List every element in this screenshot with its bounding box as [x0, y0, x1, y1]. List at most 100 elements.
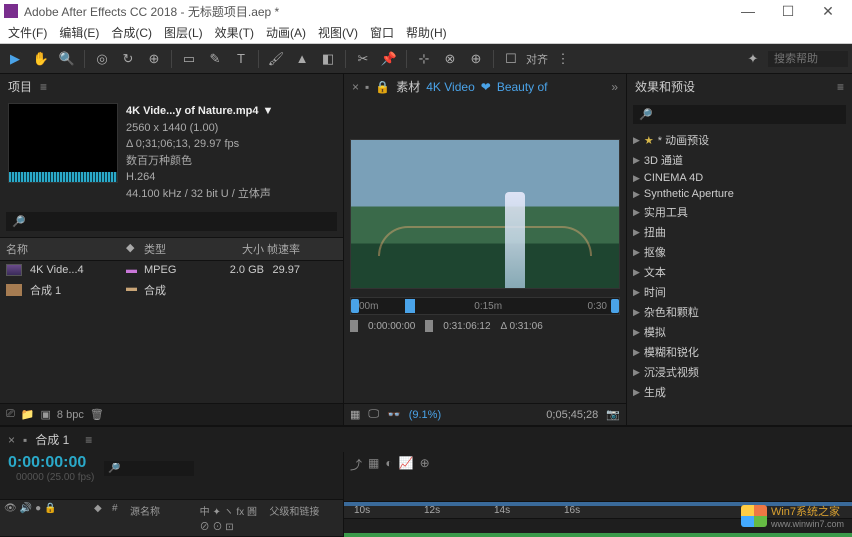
out-handle[interactable]	[425, 320, 433, 332]
menu-help[interactable]: 帮助(H)	[400, 24, 453, 41]
lock-icon[interactable]: 🔒	[375, 80, 390, 94]
eye-icon[interactable]: 👁	[4, 503, 17, 533]
motion-blur-icon[interactable]: ◐	[385, 456, 392, 473]
time-duration[interactable]: 0:31:06:12	[443, 321, 490, 332]
roto-tool-icon[interactable]: ✂	[352, 48, 374, 70]
menu-composition[interactable]: 合成(C)	[105, 24, 158, 41]
maximize-button[interactable]: ☐	[768, 3, 808, 20]
brain-icon[interactable]: ⊕	[420, 456, 430, 473]
rotate-tool-icon[interactable]: ↻	[117, 48, 139, 70]
close-button[interactable]: ✕	[808, 3, 848, 20]
effects-category[interactable]: ▶杂色和颗粒	[627, 302, 852, 322]
shy-icon[interactable]: ⤴	[350, 456, 362, 473]
effects-category[interactable]: ▶★* 动画预设	[627, 130, 852, 150]
camera-tool-icon[interactable]: ⊕	[143, 48, 165, 70]
world-axis-icon[interactable]: ⊗	[439, 48, 461, 70]
view-axis-icon[interactable]: ⊕	[465, 48, 487, 70]
project-search[interactable]: 🔎	[6, 212, 337, 231]
mask-icon[interactable]: 👓	[387, 408, 401, 421]
grid-icon[interactable]: ▦	[350, 408, 360, 421]
zoom-level[interactable]: (9.1%)	[409, 409, 441, 421]
effects-category[interactable]: ▶3D 通道	[627, 150, 852, 170]
menu-layer[interactable]: 图层(L)	[158, 24, 209, 41]
effects-category[interactable]: ▶模糊和锐化	[627, 342, 852, 362]
col-label-icon[interactable]: ◆	[126, 241, 144, 257]
current-timecode[interactable]: 0:00:00:00	[8, 454, 94, 472]
interpret-footage-icon[interactable]: ⎚	[6, 408, 15, 421]
menu-effect[interactable]: 效果(T)	[209, 24, 260, 41]
hand-tool-icon[interactable]: ✋	[30, 48, 52, 70]
rect-tool-icon[interactable]: ▭	[178, 48, 200, 70]
zoom-tool-icon[interactable]: 🔍	[56, 48, 78, 70]
dropdown-icon[interactable]: ▼	[262, 103, 273, 120]
selection-tool-icon[interactable]: ▶	[4, 48, 26, 70]
effects-category[interactable]: ▶扭曲	[627, 222, 852, 242]
brush-tool-icon[interactable]: 🖌	[265, 48, 287, 70]
orbit-tool-icon[interactable]: ◎	[91, 48, 113, 70]
menu-view[interactable]: 视图(V)	[312, 24, 364, 41]
effects-category[interactable]: ▶文本	[627, 262, 852, 282]
eraser-tool-icon[interactable]: ◧	[317, 48, 339, 70]
effects-category[interactable]: ▶实用工具	[627, 202, 852, 222]
col-size[interactable]: 大小	[214, 241, 264, 257]
puppet-tool-icon[interactable]: 📌	[378, 48, 400, 70]
effects-category[interactable]: ▶沉浸式视频	[627, 362, 852, 382]
col-type[interactable]: 类型	[144, 241, 214, 257]
col-name[interactable]: 名称	[6, 241, 126, 257]
clip-name[interactable]: 4K Video	[426, 80, 475, 94]
menu-window[interactable]: 窗口	[364, 24, 400, 41]
viewer-next-icon[interactable]: »	[611, 80, 618, 94]
timeline-search[interactable]	[104, 461, 194, 476]
graph-icon[interactable]: 📈	[399, 456, 414, 473]
preview-viewport[interactable]	[350, 139, 620, 289]
menu-edit[interactable]: 编辑(E)	[53, 24, 105, 41]
delete-icon[interactable]: 🗑	[90, 408, 104, 421]
mini-timeline[interactable]: 00m 0:15m 0:30	[350, 297, 620, 315]
table-row[interactable]: 合成 1 ▬ 合成	[0, 279, 343, 301]
in-bracket[interactable]	[351, 299, 359, 313]
comp-name[interactable]: 合成 1	[35, 431, 69, 448]
text-tool-icon[interactable]: T	[230, 48, 252, 70]
asset-thumbnail[interactable]	[8, 103, 118, 183]
project-panel-menu[interactable]: ≡	[40, 80, 47, 94]
timeline-menu[interactable]: ≡	[85, 433, 92, 447]
viewer-square-icon[interactable]: ▪	[365, 80, 369, 94]
elapsed-time[interactable]: 0;05;45;28	[546, 409, 598, 421]
new-folder-icon[interactable]: 📁	[21, 408, 35, 421]
effects-category[interactable]: ▶抠像	[627, 242, 852, 262]
new-comp-icon[interactable]: ▣	[41, 408, 51, 421]
effects-category[interactable]: ▶生成	[627, 382, 852, 402]
effects-category[interactable]: ▶CINEMA 4D	[627, 170, 852, 186]
local-axis-icon[interactable]: ⊹	[413, 48, 435, 70]
snap-options-icon[interactable]: ⋮	[552, 48, 574, 70]
menu-animation[interactable]: 动画(A)	[260, 24, 312, 41]
audio-icon[interactable]: 🔊	[20, 503, 32, 533]
frame-blend-icon[interactable]: ▦	[368, 456, 379, 473]
comp-square-icon[interactable]: ▪	[23, 433, 27, 447]
close-tab-icon[interactable]: ×	[8, 433, 15, 447]
stamp-tool-icon[interactable]: ▲	[291, 48, 313, 70]
snapshot-icon[interactable]: 📷	[606, 408, 620, 421]
col-parent[interactable]: 父级和链接	[269, 503, 339, 533]
out-bracket[interactable]	[611, 299, 619, 313]
effects-category[interactable]: ▶模拟	[627, 322, 852, 342]
label-col[interactable]: ◆	[94, 503, 112, 533]
minimize-button[interactable]: —	[728, 3, 768, 19]
in-handle[interactable]	[350, 320, 358, 332]
monitor-icon[interactable]: 🖵	[368, 408, 379, 421]
snap-checkbox[interactable]: ☐	[500, 48, 522, 70]
label-color[interactable]: ▬	[126, 282, 144, 298]
effects-search[interactable]: 🔎	[633, 105, 846, 124]
col-source[interactable]: 源名称	[130, 503, 200, 533]
bpc-label[interactable]: 8 bpc	[57, 409, 84, 421]
effects-category[interactable]: ▶Synthetic Aperture	[627, 186, 852, 202]
effects-panel-menu[interactable]: ≡	[837, 80, 844, 94]
time-in[interactable]: 0:00:00:00	[368, 321, 415, 332]
help-search-input[interactable]	[768, 51, 848, 67]
pen-tool-icon[interactable]: ✎	[204, 48, 226, 70]
table-row[interactable]: 4K Vide...4 ▬ MPEG 2.0 GB 29.97	[0, 261, 343, 279]
solo-icon[interactable]: ●	[35, 503, 41, 533]
lock-col-icon[interactable]: 🔒	[44, 503, 56, 533]
col-fps[interactable]: 帧速率	[264, 241, 304, 257]
label-color[interactable]: ▬	[126, 264, 144, 276]
